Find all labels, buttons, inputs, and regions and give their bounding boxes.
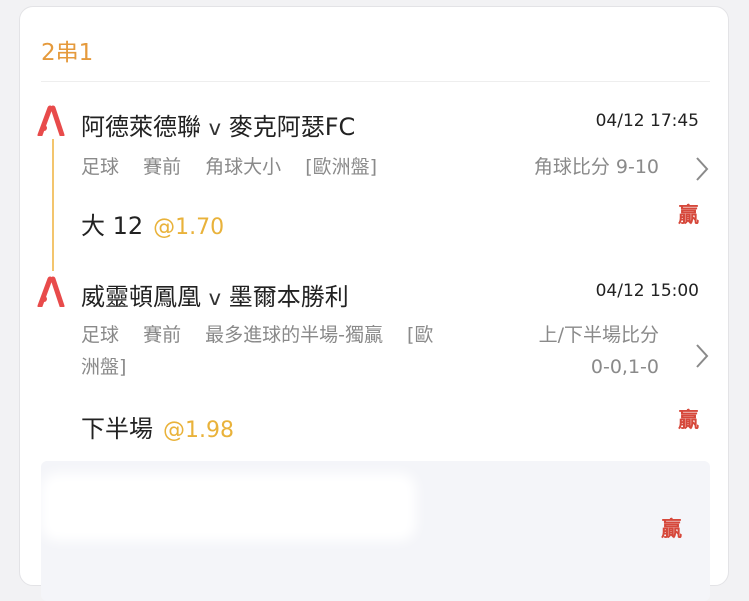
sport-tag: 足球: [81, 324, 120, 346]
result-label: 上/下半場比分: [538, 324, 659, 346]
result-info: 上/下半場比分 0-0,1-0: [539, 319, 659, 383]
redacted-content: [41, 473, 416, 541]
odds-value: @1.98: [163, 418, 234, 443]
status-badge: 贏: [678, 408, 699, 432]
match-name: 威靈頓鳳凰 v 墨爾本勝利: [81, 277, 349, 312]
versus-label: v: [208, 286, 222, 310]
odds-format-continued: 洲盤]: [81, 356, 127, 378]
result-value: 0-0,1-0: [590, 356, 659, 378]
next-bet-panel[interactable]: 贏: [41, 461, 710, 601]
market-name: 最多進球的半場-獨贏: [205, 324, 383, 346]
stage-tag: 賽前: [143, 324, 182, 346]
selection: 下半場 @1.98: [81, 409, 234, 444]
status-badge: 贏: [661, 517, 682, 541]
bet-leg-2[interactable]: 威靈頓鳳凰 v 墨爾本勝利 04/12 15:00 足球 賽前 最多進球的半場-…: [20, 7, 728, 457]
chevron-right-icon[interactable]: [694, 343, 710, 369]
brand-logo-icon: [37, 276, 65, 307]
selection-label: 下半場: [81, 415, 153, 443]
home-team: 威靈頓鳳凰: [81, 283, 201, 311]
kickoff-time: 04/12 15:00: [595, 281, 699, 301]
market-info: 足球 賽前 最多進球的半場-獨贏 [歐 洲盤]: [81, 319, 501, 383]
odds-format: [歐: [407, 324, 434, 346]
away-team: 墨爾本勝利: [228, 283, 349, 311]
parlay-card: 2串1 阿德萊德聯 v 麥克阿瑟FC 04/12 17:45 足球 賽前 角球大…: [19, 6, 729, 601]
